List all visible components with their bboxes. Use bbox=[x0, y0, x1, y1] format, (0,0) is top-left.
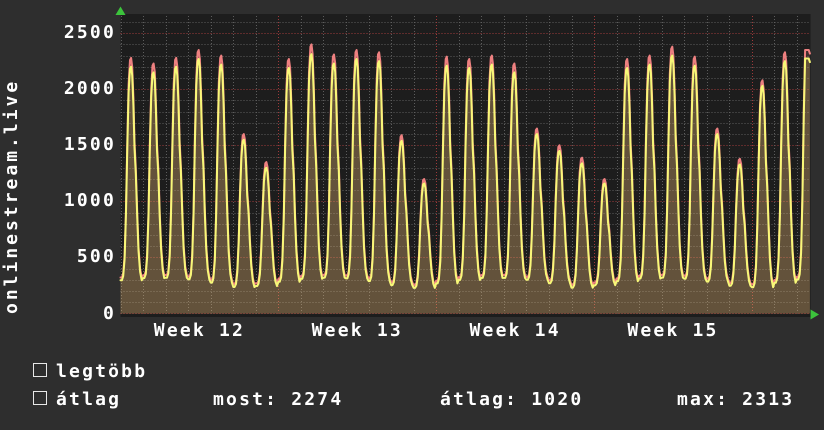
x-tick-label: Week 13 bbox=[311, 320, 403, 341]
legend-label-legtobb: legtöbb bbox=[56, 361, 148, 382]
x-tick-label: Week 12 bbox=[153, 320, 246, 341]
stat-max: max: 2313 bbox=[677, 389, 795, 410]
y-tick-label: 2000 bbox=[63, 78, 116, 99]
legend-label-atlag: átlag bbox=[56, 389, 122, 410]
x-tick-label: Week 15 bbox=[627, 320, 719, 341]
y-tick-label: 0 bbox=[102, 303, 116, 324]
x-axis-arrow-icon bbox=[810, 309, 820, 320]
legend-swatch-atlag bbox=[33, 391, 47, 405]
stat-most: most: 2274 bbox=[213, 389, 344, 410]
y-tick-label: 2500 bbox=[63, 22, 116, 43]
y-tick-label: 1500 bbox=[63, 134, 116, 155]
y-axis-arrow-icon bbox=[115, 6, 126, 15]
y-tick-label: 1000 bbox=[63, 190, 116, 211]
legend-swatch-legtobb bbox=[33, 363, 47, 377]
x-tick-label: Week 14 bbox=[469, 320, 561, 341]
chart-area: onlinestream.live 0 500 1000 1500 2000 2500 W… bbox=[0, 0, 824, 430]
stat-atlag: átlag: 1020 bbox=[440, 389, 584, 410]
y-tick-label: 500 bbox=[76, 246, 116, 267]
